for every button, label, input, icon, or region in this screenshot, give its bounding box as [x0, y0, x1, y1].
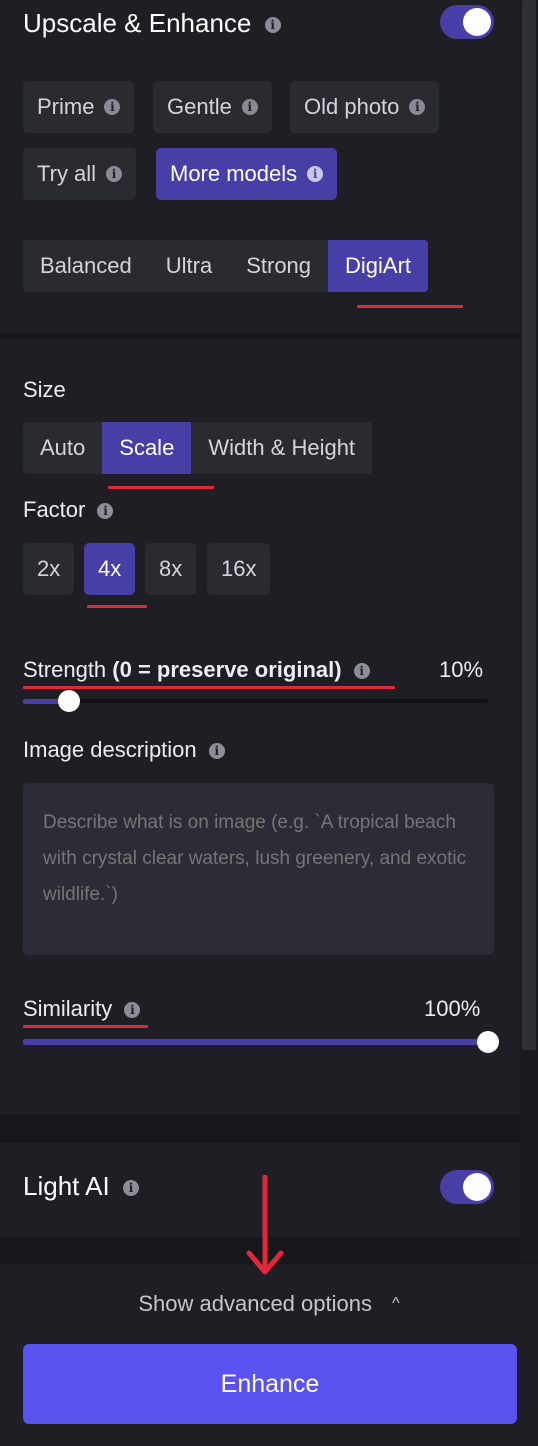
chevron-up-icon: ^: [392, 1295, 400, 1312]
info-icon[interactable]: i: [97, 503, 114, 520]
chip-label: More models: [170, 161, 298, 186]
model-old-photo-button[interactable]: Old photo i: [290, 81, 440, 133]
more-models-button[interactable]: More models i: [156, 148, 338, 200]
light-ai-label: Light AI: [23, 1171, 110, 1201]
similarity-slider-thumb[interactable]: [477, 1031, 499, 1053]
size-auto[interactable]: Auto: [23, 422, 102, 474]
chip-label: Try all: [37, 161, 97, 186]
size-label: Size: [23, 377, 66, 402]
factor-4x[interactable]: 4x: [84, 543, 136, 595]
light-ai-toggle[interactable]: [440, 1170, 494, 1204]
mode-strong[interactable]: Strong: [229, 240, 328, 292]
chip-label: Prime: [37, 94, 95, 119]
model-prime-button[interactable]: Prime i: [23, 81, 135, 133]
strength-value: 10%: [439, 657, 484, 682]
chip-label: 8x: [159, 556, 183, 581]
strength-label: Strength: [23, 657, 107, 682]
size-scale[interactable]: Scale: [102, 422, 192, 474]
similarity-header: Similarity i: [23, 996, 141, 1022]
scrollbar-track[interactable]: [520, 0, 538, 1260]
info-icon[interactable]: i: [353, 663, 370, 680]
info-icon[interactable]: i: [106, 166, 123, 182]
annotation-underline: [23, 686, 395, 689]
info-icon[interactable]: i: [208, 743, 225, 760]
upscale-header: Upscale & Enhance i: [23, 8, 281, 39]
description-input[interactable]: [23, 783, 494, 955]
factor-header: Factor i: [23, 497, 114, 523]
light-ai-header: Light AI i: [23, 1171, 139, 1202]
annotation-underline: [108, 486, 214, 489]
mode-digiart[interactable]: DigiArt: [328, 240, 429, 292]
size-selector: Auto Scale Width & Height: [23, 422, 373, 474]
mode-selector: Balanced Ultra Strong DigiArt: [23, 240, 429, 292]
factor-8x[interactable]: 8x: [145, 543, 197, 595]
enhance-button[interactable]: Enhance: [23, 1344, 517, 1424]
upscale-toggle[interactable]: [440, 5, 494, 39]
similarity-value: 100%: [424, 996, 481, 1021]
info-icon[interactable]: i: [409, 99, 426, 115]
model-gentle-button[interactable]: Gentle i: [153, 81, 272, 133]
chip-label: 16x: [221, 556, 257, 581]
annotation-underline: [23, 1025, 148, 1028]
annotation-underline: [87, 605, 147, 608]
factor-16x[interactable]: 16x: [207, 543, 271, 595]
annotation-underline: [357, 305, 463, 308]
show-advanced-options[interactable]: Show advanced options ^: [0, 1291, 538, 1317]
info-icon[interactable]: i: [104, 99, 121, 115]
strength-slider-track[interactable]: [23, 699, 488, 703]
chip-label: Gentle: [167, 94, 232, 119]
info-icon[interactable]: i: [241, 99, 258, 115]
similarity-slider-fill: [23, 1039, 488, 1045]
mode-ultra[interactable]: Ultra: [149, 240, 229, 292]
strength-slider-thumb[interactable]: [58, 690, 80, 712]
chip-label: 2x: [37, 556, 61, 581]
chip-label: 4x: [98, 556, 122, 581]
strength-header: Strength (0 = preserve original) i: [23, 657, 370, 683]
factor-2x[interactable]: 2x: [23, 543, 75, 595]
strength-hint: (0 = preserve original): [112, 657, 342, 682]
advanced-options-label: Show advanced options: [138, 1291, 372, 1316]
info-icon[interactable]: i: [122, 1180, 139, 1197]
mode-balanced[interactable]: Balanced: [23, 240, 149, 292]
description-label: Image description: [23, 737, 197, 762]
toggle-knob: [463, 8, 491, 36]
arrow-down-icon: [246, 1175, 284, 1275]
similarity-label: Similarity: [23, 996, 113, 1021]
upscale-title: Upscale & Enhance: [23, 8, 252, 38]
model-try-all-button[interactable]: Try all i: [23, 148, 137, 200]
factor-label: Factor: [23, 497, 86, 522]
toggle-knob: [463, 1173, 491, 1201]
description-header: Image description i: [23, 737, 225, 763]
info-icon[interactable]: i: [124, 1002, 141, 1019]
chip-label: Old photo: [304, 94, 400, 119]
info-icon[interactable]: i: [264, 17, 281, 34]
size-width-height[interactable]: Width & Height: [191, 422, 372, 474]
scrollbar-thumb[interactable]: [522, 0, 536, 1050]
info-icon[interactable]: i: [307, 166, 324, 182]
